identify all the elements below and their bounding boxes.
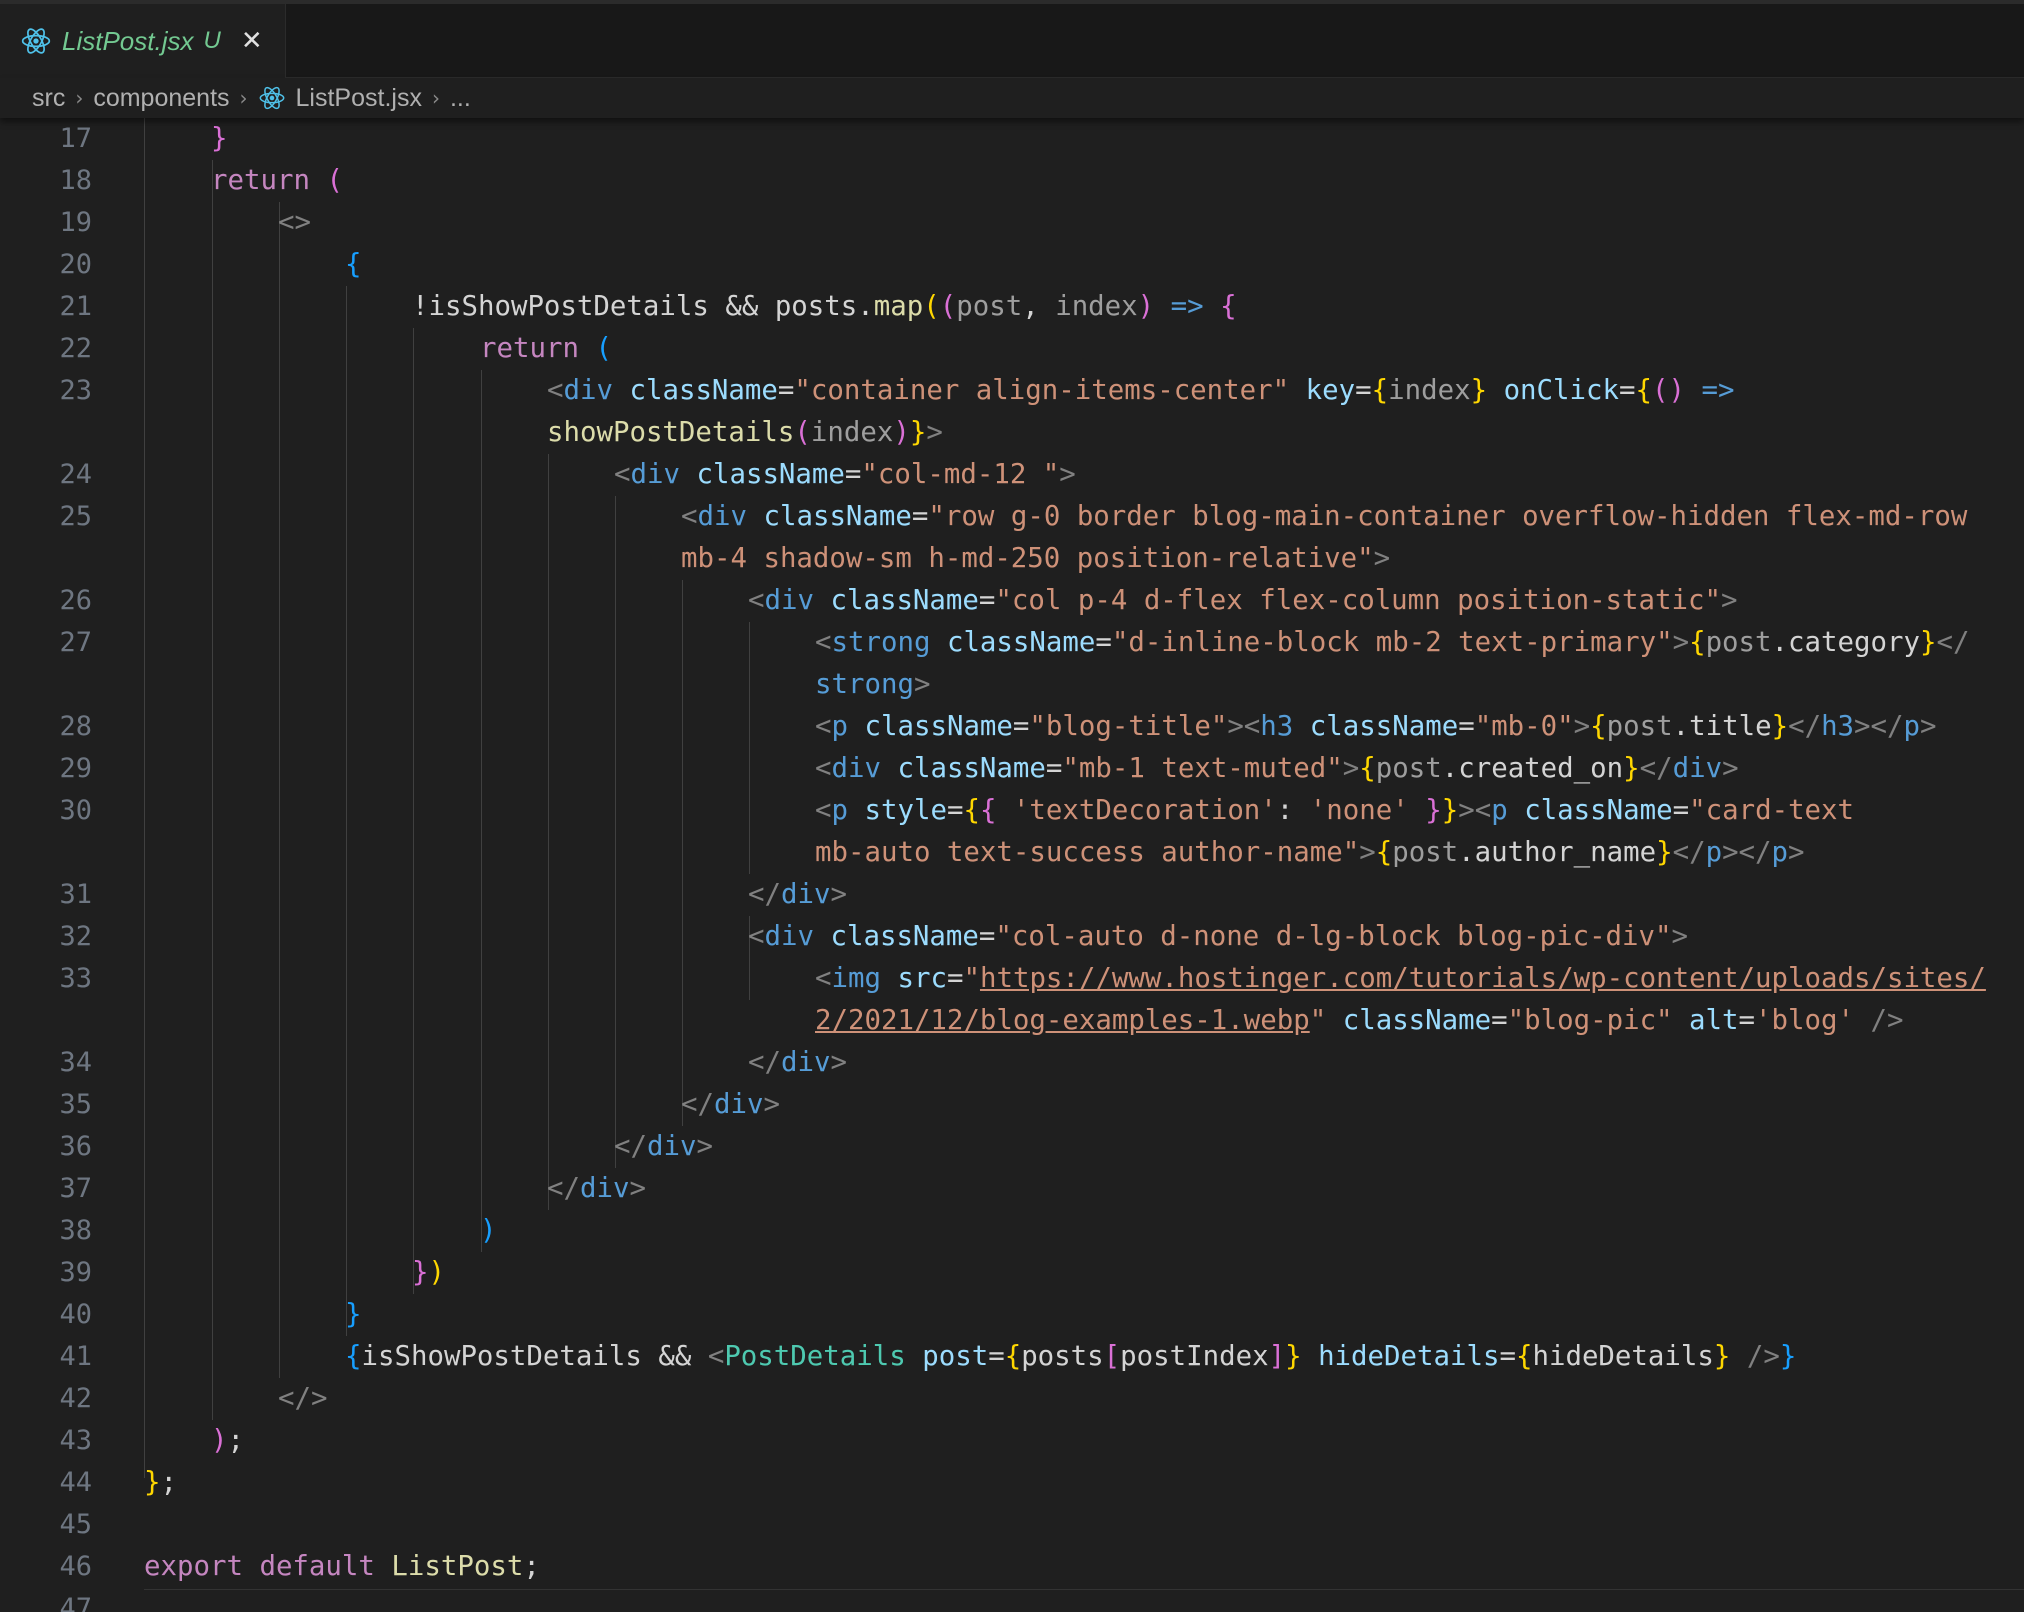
- code-editor[interactable]: 17 18 19 20 21 22 23 24 25 26 27 28 29 3…: [0, 118, 2024, 1612]
- line-number: 24: [59, 459, 92, 490]
- line-number: 18: [59, 165, 92, 196]
- breadcrumb-src[interactable]: src: [32, 84, 65, 113]
- code-line: </div>: [614, 1131, 713, 1162]
- line-number: 44: [59, 1467, 92, 1498]
- line-number: 31: [59, 879, 92, 910]
- chevron-right-icon: ›: [75, 86, 84, 110]
- image-url-link[interactable]: 2/2021/12/blog-examples-1.webp: [815, 1005, 1310, 1036]
- line-number: 28: [59, 711, 92, 742]
- indent-guide: [212, 160, 213, 1420]
- code-line: </div>: [748, 879, 847, 910]
- line-number: 45: [59, 1509, 92, 1540]
- code-line-wrap: mb-auto text-success author-name">{post.…: [815, 837, 1805, 868]
- line-number: 33: [59, 963, 92, 994]
- code-line: <p style={{ 'textDecoration': 'none' }}>…: [815, 795, 1855, 826]
- line-number: 39: [59, 1257, 92, 1288]
- line-number: 43: [59, 1425, 92, 1456]
- breadcrumb-components[interactable]: components: [93, 84, 229, 113]
- line-number: 23: [59, 375, 92, 406]
- code-line: ): [480, 1215, 497, 1246]
- line-number: 38: [59, 1215, 92, 1246]
- chevron-right-icon: ›: [239, 86, 248, 110]
- code-line: return (: [480, 333, 612, 364]
- code-line: );: [211, 1425, 244, 1456]
- line-number: 42: [59, 1383, 92, 1414]
- code-line-wrap: strong>: [815, 669, 931, 700]
- code-line: <strong className="d-inline-block mb-2 t…: [815, 627, 1970, 658]
- indent-guide: [682, 580, 683, 1126]
- indent-guide: [749, 622, 750, 874]
- indent-guide: [413, 328, 414, 1294]
- image-url-link[interactable]: https://www.hostinger.com/tutorials/wp-c…: [980, 963, 1986, 994]
- code-line: <div className="col p-4 d-flex flex-colu…: [748, 585, 1738, 616]
- line-number: 17: [59, 123, 92, 154]
- indent-guide: [548, 454, 549, 1210]
- code-line: <div className="col-md-12 ">: [614, 459, 1076, 490]
- line-number: 22: [59, 333, 92, 364]
- line-number: 32: [59, 921, 92, 952]
- code-line: };: [144, 1467, 177, 1498]
- indent-guide: [279, 202, 280, 1378]
- line-number: 30: [59, 795, 92, 826]
- chevron-right-icon: ›: [431, 86, 440, 110]
- code-line: !isShowPostDetails && posts.map((post, i…: [412, 291, 1237, 322]
- indent-guide: [144, 118, 145, 1478]
- code-line: <div className="mb-1 text-muted">{post.c…: [815, 753, 1739, 784]
- code-line: }: [345, 1299, 362, 1330]
- code-line: <div className="container align-items-ce…: [547, 375, 1735, 406]
- react-icon: [259, 86, 284, 110]
- code-line: <img src="https://www.hostinger.com/tuto…: [815, 963, 1986, 994]
- line-number: 47: [59, 1593, 92, 1612]
- current-line-highlight: [144, 1589, 2024, 1590]
- code-line: <div className="col-auto d-none d-lg-blo…: [748, 921, 1689, 952]
- code-line: {: [345, 249, 362, 280]
- line-number: 20: [59, 249, 92, 280]
- tab-git-status: U: [203, 27, 221, 54]
- line-number: 29: [59, 753, 92, 784]
- code-line: export default ListPost;: [144, 1551, 540, 1582]
- breadcrumb: src › components › ListPost.jsx › ...: [0, 78, 2024, 118]
- react-icon: [21, 28, 51, 54]
- line-number: 40: [59, 1299, 92, 1330]
- code-line: }: [211, 123, 228, 154]
- code-line: }): [412, 1257, 445, 1288]
- line-number: 37: [59, 1173, 92, 1204]
- line-number: 41: [59, 1341, 92, 1372]
- line-number: 21: [59, 291, 92, 322]
- code-line-wrap: 2/2021/12/blog-examples-1.webp" classNam…: [815, 1005, 1904, 1036]
- code-line: {isShowPostDetails && <PostDetails post=…: [345, 1341, 1797, 1372]
- line-number: 25: [59, 501, 92, 532]
- line-number: 36: [59, 1131, 92, 1162]
- line-number: 27: [59, 627, 92, 658]
- code-line-wrap: showPostDetails(index)}>: [547, 417, 943, 448]
- code-line: <>: [278, 207, 311, 238]
- close-icon[interactable]: ✕: [241, 26, 263, 56]
- code-line: </div>: [547, 1173, 646, 1204]
- tab-bar: ListPost.jsx U ✕: [0, 0, 2024, 78]
- tab-listpost[interactable]: ListPost.jsx U ✕: [0, 4, 286, 78]
- line-number: 34: [59, 1047, 92, 1078]
- indent-guide: [615, 496, 616, 1168]
- code-line-wrap: mb-4 shadow-sm h-md-250 position-relativ…: [681, 543, 1391, 574]
- breadcrumb-symbol[interactable]: ...: [450, 84, 471, 113]
- line-number: 35: [59, 1089, 92, 1120]
- indent-guide: [346, 286, 347, 1336]
- line-number: 26: [59, 585, 92, 616]
- line-number: 19: [59, 207, 92, 238]
- code-line: return (: [211, 165, 343, 196]
- breadcrumb-file[interactable]: ListPost.jsx: [296, 84, 422, 113]
- code-line: </div>: [681, 1089, 780, 1120]
- indent-guide: [481, 370, 482, 1252]
- tab-filename: ListPost.jsx: [62, 25, 194, 56]
- code-line: <div className="row g-0 border blog-main…: [681, 501, 1968, 532]
- line-number: 46: [59, 1551, 92, 1582]
- code-line: <p className="blog-title"><h3 className=…: [815, 711, 1937, 742]
- code-line: </div>: [748, 1047, 847, 1078]
- code-line: </>: [278, 1383, 328, 1414]
